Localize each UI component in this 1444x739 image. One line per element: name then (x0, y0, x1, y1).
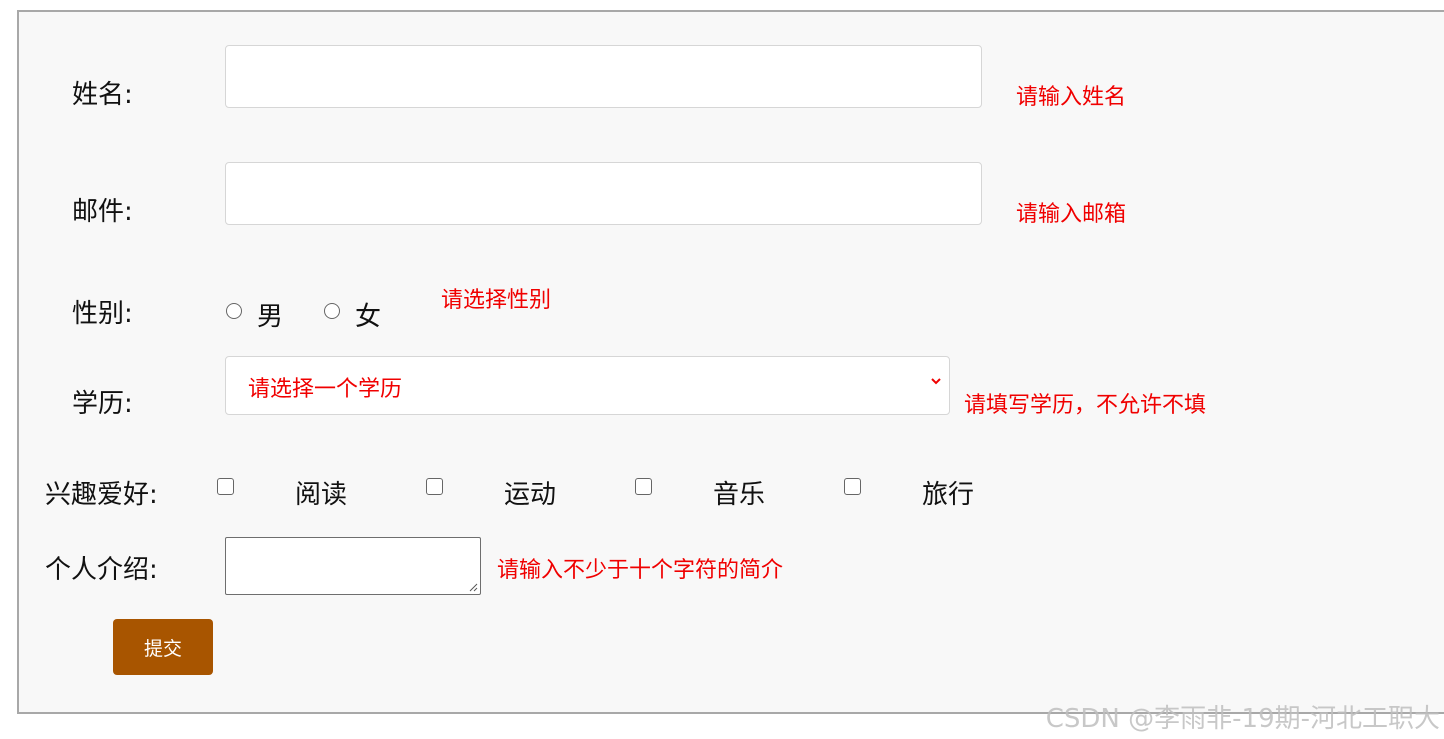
gender-female-radio[interactable] (324, 303, 340, 319)
gender-female-label: 女 (355, 302, 382, 332)
chevron-down-icon (931, 378, 941, 385)
email-input[interactable] (225, 162, 982, 225)
intro-label: 个人介绍: (45, 555, 158, 585)
intro-textarea[interactable] (225, 537, 481, 595)
watermark: CSDN @李雨非-19期-河北工职大 (1045, 704, 1440, 734)
name-hint: 请输入姓名 (1016, 85, 1127, 110)
hobby-travel-checkbox[interactable] (844, 478, 861, 495)
hobby-sports-label: 运动 (504, 480, 557, 510)
hobby-sports-checkbox[interactable] (426, 478, 443, 495)
hobby-reading-label: 阅读 (295, 480, 348, 510)
name-input[interactable] (225, 45, 982, 108)
education-select[interactable]: 请选择一个学历 (225, 356, 950, 415)
gender-male-label: 男 (257, 302, 284, 332)
name-label: 姓名: (72, 80, 133, 110)
submit-button[interactable]: 提交 (113, 619, 213, 675)
gender-male-radio[interactable] (226, 303, 242, 319)
resize-grip-icon[interactable] (468, 582, 478, 592)
hobby-music-label: 音乐 (713, 480, 766, 510)
gender-hint: 请选择性别 (441, 288, 552, 313)
intro-hint: 请输入不少于十个字符的简介 (497, 558, 784, 583)
hobby-reading-checkbox[interactable] (217, 478, 234, 495)
email-label: 邮件: (72, 197, 133, 227)
gender-label: 性别: (72, 299, 133, 329)
email-hint: 请输入邮箱 (1016, 202, 1127, 227)
education-label: 学历: (72, 389, 133, 419)
hobby-travel-label: 旅行 (922, 480, 975, 510)
education-select-value: 请选择一个学历 (248, 377, 403, 402)
hobby-music-checkbox[interactable] (635, 478, 652, 495)
education-hint: 请填写学历，不允许不填 (964, 393, 1207, 418)
hobbies-label: 兴趣爱好: (45, 480, 158, 510)
